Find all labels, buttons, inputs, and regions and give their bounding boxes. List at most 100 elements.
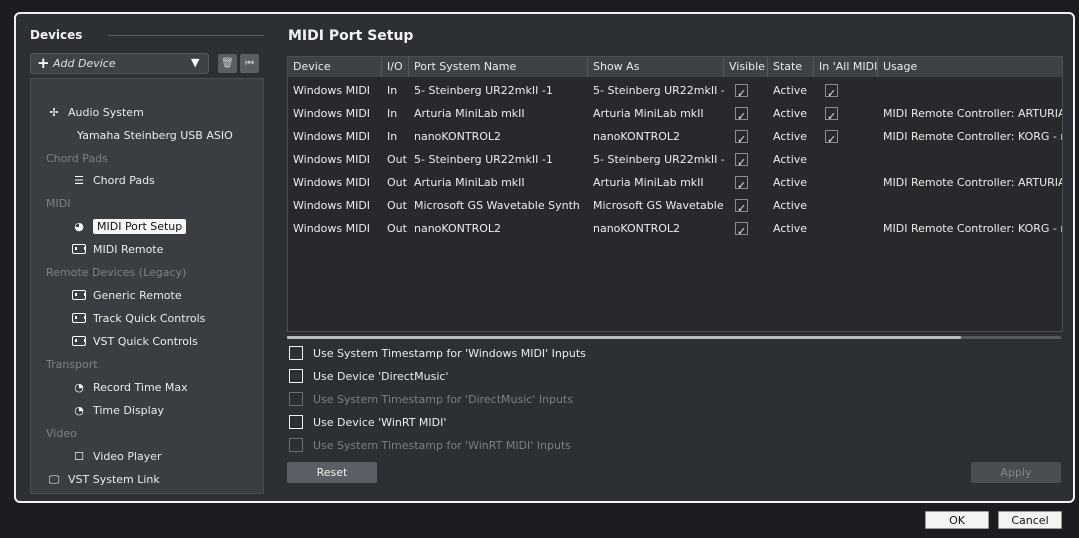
add-device-dropdown[interactable]: + Add Device ▼ bbox=[30, 53, 209, 74]
clock-icon: ◔ bbox=[74, 404, 84, 417]
checkbox bbox=[289, 438, 303, 452]
ok-button[interactable]: OK bbox=[925, 511, 989, 529]
option-timestamp-windows-midi[interactable]: Use System Timestamp for 'Windows MIDI' … bbox=[289, 345, 586, 363]
cell-show-as[interactable]: 5- Steinberg UR22mkII -1 bbox=[588, 79, 724, 102]
visible-checkbox[interactable] bbox=[735, 128, 748, 148]
tree-item-midi-remote[interactable]: MIDI Remote bbox=[71, 241, 163, 259]
option-timestamp-winrt-midi: Use System Timestamp for 'WinRT MIDI' In… bbox=[289, 437, 571, 455]
visible-checkbox[interactable] bbox=[735, 82, 748, 102]
checkbox[interactable] bbox=[289, 346, 303, 360]
cell-in-all-midi bbox=[814, 171, 878, 194]
add-device-label: Add Device bbox=[53, 57, 116, 70]
clock-icon: ◔ bbox=[74, 381, 84, 394]
cell-io: In bbox=[387, 107, 398, 120]
cell-in-all-midi bbox=[814, 217, 878, 240]
devices-heading: Devices bbox=[30, 28, 83, 42]
tree-item-video-player[interactable]: ☐ Video Player bbox=[71, 448, 161, 466]
tree-item-record-time-max[interactable]: ◔ Record Time Max bbox=[71, 379, 187, 397]
cell-io: Out bbox=[387, 153, 407, 166]
trash-button[interactable]: 🗑 bbox=[218, 54, 237, 73]
tree-item-track-quick-controls[interactable]: Track Quick Controls bbox=[71, 310, 205, 328]
cell-show-as[interactable]: nanoKONTROL2 bbox=[588, 125, 724, 148]
video-player-icon: ☐ bbox=[74, 450, 84, 463]
monitor-icon: 🖵 bbox=[48, 473, 60, 486]
tree-item-audio-driver[interactable]: Yamaha Steinberg USB ASIO bbox=[77, 127, 233, 145]
tree-item-midi-port-setup[interactable]: ◕ MIDI Port Setup bbox=[71, 218, 187, 236]
cell-show-as[interactable]: nanoKONTROL2 bbox=[588, 217, 724, 240]
column-header-device[interactable]: Device bbox=[288, 57, 382, 77]
reset-icon: ⏮ bbox=[245, 58, 254, 69]
visible-checkbox[interactable] bbox=[735, 151, 748, 171]
checkbox[interactable] bbox=[289, 369, 303, 383]
scrollbar-thumb[interactable] bbox=[287, 336, 961, 339]
visible-checkbox[interactable] bbox=[735, 197, 748, 217]
piano-icon bbox=[72, 336, 86, 346]
table-header: Device I/O Port System Name Show As Visi… bbox=[288, 57, 1062, 77]
cell-device: Windows MIDI bbox=[293, 130, 371, 143]
cell-show-as[interactable]: Microsoft GS Wavetable S bbox=[588, 194, 724, 217]
cell-state: Active bbox=[773, 176, 808, 189]
apply-button[interactable]: Apply bbox=[971, 462, 1061, 483]
cell-port-name: Microsoft GS Wavetable Synth bbox=[414, 199, 580, 212]
column-header-show-as[interactable]: Show As bbox=[588, 57, 724, 77]
visible-checkbox[interactable] bbox=[735, 220, 748, 240]
page-title: MIDI Port Setup bbox=[288, 28, 414, 44]
cell-state: Active bbox=[773, 130, 808, 143]
cell-port-name: Arturia MiniLab mkII bbox=[414, 176, 525, 189]
piano-icon bbox=[72, 244, 86, 254]
checkbox bbox=[289, 392, 303, 406]
cell-in-all-midi bbox=[814, 79, 878, 102]
tree-item-audio-system[interactable]: ✢ Audio System bbox=[46, 104, 143, 122]
table-row[interactable]: Windows MIDI In 5- Steinberg UR22mkII -1… bbox=[288, 79, 1062, 102]
column-header-port-system-name[interactable]: Port System Name bbox=[409, 57, 588, 77]
reset-button[interactable]: Reset bbox=[287, 462, 377, 483]
piano-icon bbox=[72, 290, 86, 300]
cell-show-as[interactable]: Arturia MiniLab mkII bbox=[588, 171, 724, 194]
tree-item-vst-quick-controls[interactable]: VST Quick Controls bbox=[71, 333, 198, 351]
table-row[interactable]: Windows MIDI Out nanoKONTROL2 nanoKONTRO… bbox=[288, 217, 1062, 240]
table-row[interactable]: Windows MIDI Out Microsoft GS Wavetable … bbox=[288, 194, 1062, 217]
cell-show-as[interactable]: 5- Steinberg UR22mkII -1 bbox=[588, 148, 724, 171]
tree-item-generic-remote[interactable]: Generic Remote bbox=[71, 287, 182, 305]
cell-in-all-midi bbox=[814, 125, 878, 148]
column-header-state[interactable]: State bbox=[768, 57, 814, 77]
cell-port-name: 5- Steinberg UR22mkII -1 bbox=[414, 153, 553, 166]
all-midi-checkbox[interactable] bbox=[825, 105, 838, 125]
trash-icon: 🗑 bbox=[221, 58, 234, 69]
option-timestamp-directmusic: Use System Timestamp for 'DirectMusic' I… bbox=[289, 391, 573, 409]
midi-port-icon: ◕ bbox=[74, 220, 84, 233]
all-midi-checkbox[interactable] bbox=[825, 128, 838, 148]
cell-usage: MIDI Remote Controller: ARTURIA bbox=[883, 107, 1063, 120]
tree-item-time-display[interactable]: ◔ Time Display bbox=[71, 402, 164, 420]
table-row[interactable]: Windows MIDI Out 5- Steinberg UR22mkII -… bbox=[288, 148, 1062, 171]
tree-item-vst-system-link[interactable]: 🖵 VST System Link bbox=[46, 471, 160, 489]
column-header-in-all-midi[interactable]: In 'All MIDI bbox=[814, 57, 878, 77]
table-row[interactable]: Windows MIDI In Arturia MiniLab mkII Art… bbox=[288, 102, 1063, 125]
visible-checkbox[interactable] bbox=[735, 174, 748, 194]
reset-device-button[interactable]: ⏮ bbox=[240, 54, 259, 73]
tree-category-chord-pads: Chord Pads bbox=[46, 152, 108, 165]
cell-state: Active bbox=[773, 84, 808, 97]
visible-checkbox[interactable] bbox=[735, 105, 748, 125]
all-midi-checkbox[interactable] bbox=[825, 82, 838, 102]
tree-item-chord-pads[interactable]: ☰ Chord Pads bbox=[71, 172, 155, 190]
table-row[interactable]: Windows MIDI Out Arturia MiniLab mkII Ar… bbox=[288, 171, 1062, 194]
cell-device: Windows MIDI bbox=[293, 199, 371, 212]
cell-device: Windows MIDI bbox=[293, 107, 371, 120]
column-header-io[interactable]: I/O bbox=[382, 57, 409, 77]
column-header-usage[interactable]: Usage bbox=[878, 57, 1062, 77]
cell-device: Windows MIDI bbox=[293, 222, 371, 235]
cell-visible bbox=[724, 125, 768, 148]
cell-visible bbox=[724, 102, 768, 125]
checkbox[interactable] bbox=[289, 415, 303, 429]
cell-visible bbox=[724, 171, 768, 194]
table-row[interactable]: Windows MIDI In nanoKONTROL2 nanoKONTROL… bbox=[288, 125, 1062, 148]
column-header-visible[interactable]: Visible bbox=[724, 57, 768, 77]
cancel-button[interactable]: Cancel bbox=[998, 511, 1062, 529]
caret-down-icon: ▼ bbox=[191, 56, 200, 69]
cell-show-as[interactable]: Arturia MiniLab mkII bbox=[588, 102, 724, 125]
option-use-winrt-midi[interactable]: Use Device 'WinRT MIDI' bbox=[289, 414, 446, 432]
cell-io: Out bbox=[387, 199, 407, 212]
option-use-directmusic[interactable]: Use Device 'DirectMusic' bbox=[289, 368, 448, 386]
chord-pads-icon: ☰ bbox=[74, 174, 84, 187]
